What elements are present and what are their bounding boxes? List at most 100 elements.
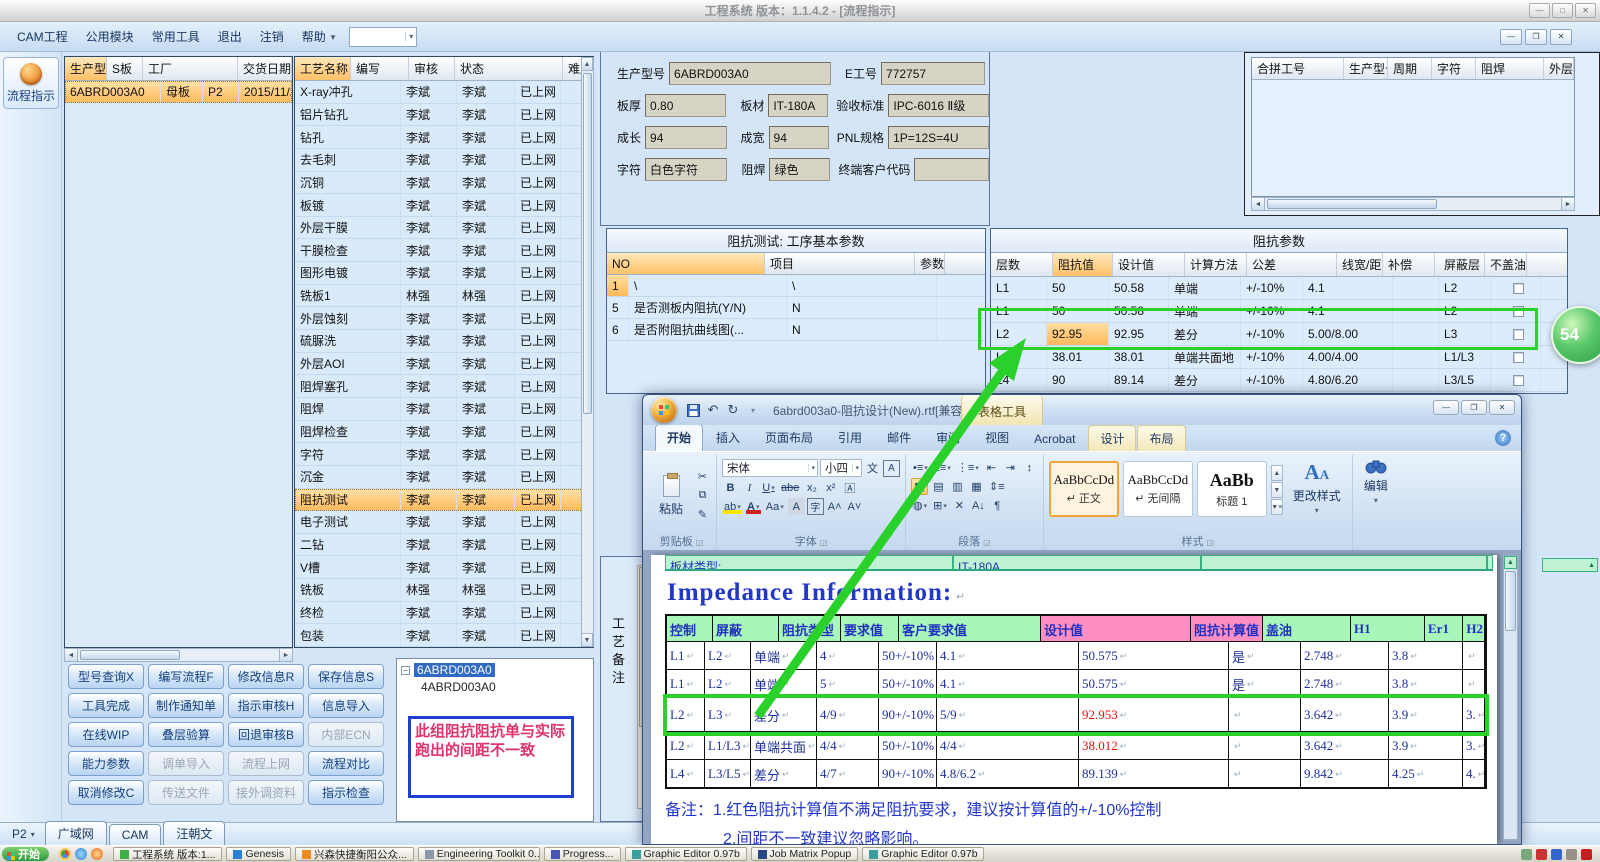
ribbon-tab[interactable]: 插入 (704, 424, 752, 451)
underline-icon[interactable]: U ▾ (760, 479, 777, 496)
styles-down-icon[interactable]: ▼ (1270, 482, 1283, 498)
undo-icon[interactable]: ↶ (705, 401, 721, 419)
column-header[interactable]: 外层 (1544, 58, 1574, 79)
sort-icon[interactable]: A↓ (970, 497, 987, 514)
status-tab[interactable]: 广域网 (44, 821, 107, 845)
word-table-row[interactable]: L1 L2 单端 4 50+/-10% 4.1 50.575 是 2.748 3… (667, 642, 1485, 670)
process-row[interactable]: 外层AOI 李斌 李斌 已上网 (295, 352, 593, 376)
numbering-icon[interactable]: 1≡ ▾ (932, 459, 953, 476)
action-button[interactable]: 流程上网 (228, 751, 304, 776)
column-header[interactable]: NO (607, 253, 765, 274)
length-field[interactable]: 94 (645, 126, 727, 149)
pnl-spec-field[interactable]: 1P=12S=4U (888, 126, 989, 149)
tray-icon[interactable] (1536, 848, 1547, 860)
column-header[interactable]: 周期 (1388, 58, 1432, 79)
help-dropdown-caret[interactable]: ▾ (331, 32, 336, 43)
grow-font-icon[interactable]: A˄ (826, 498, 844, 515)
column-header[interactable]: 生产型号 (65, 57, 107, 80)
column-header[interactable]: 工艺名称 (295, 57, 351, 80)
action-button[interactable]: 型号查询X (68, 664, 144, 689)
column-header[interactable]: 合拼工号 (1252, 58, 1344, 79)
scroll-left-icon[interactable]: ◄ (1252, 198, 1265, 210)
collapse-icon[interactable]: − (401, 665, 410, 675)
process-row[interactable]: 铣板1 林强 林强 已上网 (295, 284, 593, 308)
column-header[interactable]: 生产型号 (1344, 58, 1388, 79)
column-header[interactable]: 审核 (409, 57, 455, 80)
process-row[interactable]: 阻焊塞孔 李斌 李斌 已上网 (295, 375, 593, 398)
dialog-launcher-icon[interactable]: ◲ (820, 538, 828, 547)
scroll-thumb[interactable] (80, 650, 180, 660)
product-model-field[interactable]: 6ABRD003A0 (669, 62, 832, 85)
tray-icon[interactable] (1551, 848, 1562, 860)
column-header[interactable]: S板 (107, 57, 143, 80)
ribbon-tab[interactable]: 布局 (1137, 425, 1186, 451)
product-row[interactable]: 6ABRD003A0 母板 P2 2015/11/2 (65, 81, 292, 103)
change-case-icon[interactable]: Aa ▾ (764, 498, 786, 515)
param-row[interactable]: 6 是否附阻抗曲线图(... N (607, 319, 985, 341)
column-header[interactable]: 阻焊 (1476, 58, 1544, 79)
status-dropdown[interactable]: P2 ▾ (6, 827, 45, 845)
superscript-icon[interactable]: x² (822, 479, 839, 496)
change-styles-button[interactable]: AA 更改样式 ▾ (1287, 461, 1347, 515)
soldermask-field[interactable]: 绿色 (769, 158, 831, 181)
process-row[interactable]: 硫脲洗 李斌 李斌 已上网 (295, 330, 593, 353)
column-header[interactable]: 工厂 (143, 57, 238, 80)
borders-icon[interactable]: ⊞ ▾ (931, 497, 949, 514)
process-row[interactable]: 铝片钻孔 李斌 李斌 已上网 (295, 103, 593, 127)
ribbon-tab[interactable]: 页面布局 (753, 424, 825, 451)
action-button[interactable]: 传送文件 (148, 780, 224, 805)
width-field[interactable]: 94 (768, 126, 829, 149)
scroll-thumb[interactable] (1267, 199, 1437, 209)
checkbox[interactable] (1512, 351, 1524, 363)
flow-indicator-button[interactable]: 流程指示 (3, 57, 59, 109)
menu-item[interactable]: 注销 (251, 24, 293, 49)
notification-ball[interactable]: 54 (1551, 306, 1600, 364)
column-header[interactable]: 补偿 (1383, 253, 1435, 276)
style-preset[interactable]: AaBb 标题 1 (1196, 461, 1267, 517)
process-row[interactable]: 去毛刺 李斌 李斌 已上网 (295, 148, 593, 172)
scroll-up-icon[interactable]: ▲ (1504, 556, 1517, 569)
align-right-icon[interactable]: ▥ (949, 478, 966, 495)
save-icon[interactable] (685, 401, 701, 419)
copy-icon[interactable]: ⧉ (694, 487, 711, 504)
minimize-icon[interactable]: — (1529, 3, 1550, 18)
process-row[interactable]: X-ray冲孔 李斌 李斌 已上网 (295, 81, 593, 104)
tray-icon[interactable] (1521, 848, 1532, 860)
table-tools-contextual-tab[interactable]: 表格工具 (961, 395, 1044, 425)
checkbox[interactable] (1512, 282, 1524, 294)
styles-more-icon[interactable]: ▼≡ (1270, 499, 1283, 515)
align-left-icon[interactable]: ◧ (911, 478, 928, 495)
word-table-row[interactable]: L2 L3 差分 4/9 90+/-10% 5/9 92.953 3.642 3… (667, 698, 1485, 732)
process-row[interactable]: 外层蚀刻 李斌 李斌 已上网 (295, 307, 593, 331)
board-thickness-field[interactable]: 0.80 (645, 94, 727, 117)
action-button[interactable]: 制作通知单 (148, 693, 224, 718)
font-name-combobox[interactable]: 宋体 ▾ (722, 459, 818, 477)
column-header[interactable]: 参数 (915, 253, 946, 274)
mdi-restore-icon[interactable]: ❐ (1525, 28, 1547, 45)
strikethrough-icon[interactable]: abe (779, 479, 801, 496)
word-table-row[interactable]: L2 L1/L3 单端共面 4/4 50+/-10% 4/4 38.012 3.… (667, 732, 1485, 760)
maximize-icon[interactable]: □ (1552, 3, 1573, 18)
process-row[interactable]: 钻孔 李斌 李斌 已上网 (295, 126, 593, 149)
taskbar-button[interactable]: Graphic Editor 0.97b (862, 847, 985, 861)
action-button[interactable]: 调单导入 (148, 751, 224, 776)
tray-icon[interactable] (1581, 848, 1592, 860)
action-button[interactable]: 指示检查 (308, 780, 384, 805)
font-color-icon[interactable]: A ▾ (745, 498, 762, 515)
process-row[interactable]: V槽 李斌 李斌 已上网 (295, 556, 593, 580)
column-header[interactable]: 公差 (1247, 253, 1337, 276)
process-row[interactable]: 铣板 林强 林强 已上网 (295, 579, 593, 602)
action-button[interactable]: 在线WIP (68, 722, 144, 747)
line-spacing-icon[interactable]: ⇕≡ (987, 478, 1007, 495)
status-tab[interactable]: CAM (108, 824, 162, 845)
taskbar-button[interactable]: Job Matrix Popup (750, 847, 859, 861)
show-marks-icon[interactable]: ¶ (989, 497, 1006, 514)
shrink-font-icon[interactable]: A˅ (846, 498, 864, 515)
action-button[interactable]: 能力参数 (68, 751, 144, 776)
dialog-launcher-icon[interactable]: ◲ (1207, 538, 1215, 547)
font-size-combobox[interactable]: 小四 ▾ (820, 459, 862, 477)
impedance-row[interactable]: L4 90 89.14 差分 +/-10% 4.80/6.20 L3/L5 (991, 369, 1567, 392)
word-table-row[interactable]: L4 L3/L5 差分 4/7 90+/-10% 4.8/6.2 89.139 … (667, 760, 1485, 788)
process-row[interactable]: 图形电镀 李斌 李斌 已上网 (295, 262, 593, 285)
scroll-thumb[interactable] (1505, 571, 1516, 631)
